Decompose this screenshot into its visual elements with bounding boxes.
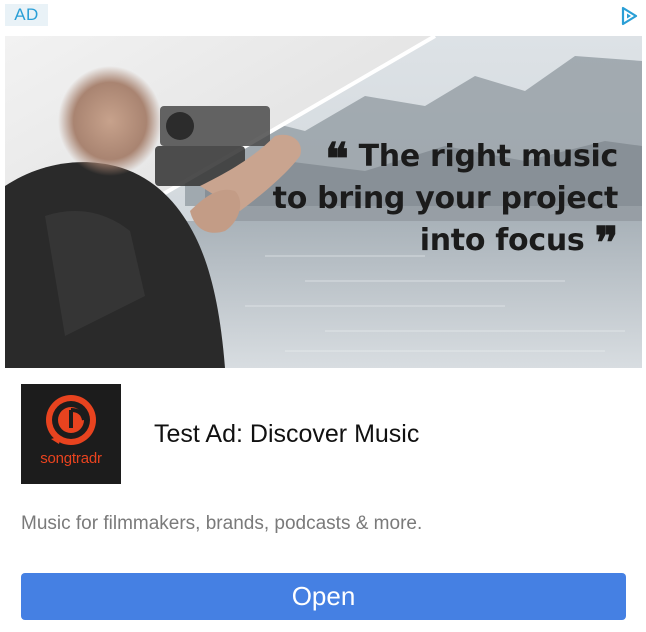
advertiser-logo[interactable]: songtradr bbox=[21, 384, 121, 484]
ad-body-text: Music for filmmakers, brands, podcasts &… bbox=[21, 513, 423, 534]
open-button[interactable]: Open bbox=[21, 573, 626, 620]
ad-badge: AD bbox=[5, 4, 48, 26]
close-quote-icon: ❞ bbox=[594, 218, 619, 269]
ad-headline[interactable]: Test Ad: Discover Music bbox=[154, 420, 419, 449]
songtradr-logo-icon bbox=[46, 395, 96, 445]
hero-headline: ❝ The right music to bring your project … bbox=[272, 134, 619, 269]
hero-image[interactable]: ❝ The right music to bring your project … bbox=[5, 36, 642, 368]
adchoices-icon[interactable] bbox=[618, 5, 640, 27]
